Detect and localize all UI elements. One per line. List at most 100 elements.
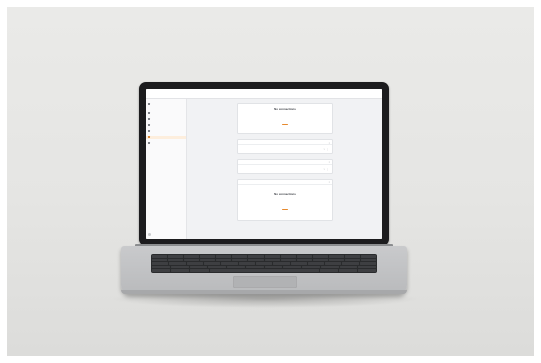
key-row xyxy=(152,262,377,265)
app-window: No connections × ✎ ⋮ × ✎ ⋮ × No connecti… xyxy=(146,89,382,239)
key xyxy=(255,262,273,265)
key xyxy=(238,262,255,265)
users-icon xyxy=(148,130,151,133)
link-icon xyxy=(148,136,151,139)
key xyxy=(357,269,377,272)
laptop-base-lip xyxy=(121,290,407,294)
key xyxy=(208,265,226,269)
card-actions: ✎ ⋮ xyxy=(323,148,329,151)
key xyxy=(216,258,232,262)
card-divider xyxy=(238,183,332,185)
key xyxy=(338,269,357,272)
key xyxy=(328,255,344,258)
key xyxy=(325,262,342,265)
key xyxy=(152,269,171,272)
more-icon[interactable]: ⋮ xyxy=(327,168,329,171)
sidebar-item-4[interactable] xyxy=(146,124,186,127)
key xyxy=(170,265,189,269)
more-icon[interactable]: ⋮ xyxy=(327,148,329,151)
key xyxy=(359,262,377,265)
key xyxy=(200,258,216,262)
key xyxy=(344,255,361,258)
laptop-screen: No connections × ✎ ⋮ × ✎ ⋮ × No connecti… xyxy=(146,89,382,239)
key xyxy=(216,255,232,258)
connection-card-2: × ✎ ⋮ xyxy=(237,158,333,174)
sidebar-item-home[interactable] xyxy=(146,102,186,105)
key xyxy=(152,255,168,258)
key xyxy=(171,269,190,272)
key xyxy=(152,258,168,262)
key xyxy=(312,255,328,258)
key xyxy=(200,255,216,258)
avatar xyxy=(148,233,151,236)
add-connection-button[interactable] xyxy=(282,209,288,211)
field-values: ✎ ⋮ xyxy=(241,168,329,171)
edit-icon[interactable]: ✎ xyxy=(323,148,325,151)
key xyxy=(232,258,248,262)
key xyxy=(344,258,361,262)
key xyxy=(280,255,296,258)
key xyxy=(307,262,325,265)
card-divider xyxy=(238,163,332,165)
sidebar-item-3[interactable] xyxy=(146,118,186,121)
card-divider xyxy=(238,144,332,145)
key xyxy=(339,265,358,269)
key xyxy=(169,262,186,265)
key xyxy=(168,255,184,258)
layers-icon xyxy=(148,124,151,127)
key xyxy=(186,262,203,265)
card-actions: ✎ ⋮ xyxy=(323,168,329,171)
close-icon[interactable]: × xyxy=(329,161,330,164)
key xyxy=(290,262,307,265)
key xyxy=(342,262,359,265)
key xyxy=(312,258,328,262)
top-bar xyxy=(146,89,382,99)
key xyxy=(168,258,184,262)
laptop-lid: No connections × ✎ ⋮ × ✎ ⋮ × No connecti… xyxy=(139,82,389,246)
close-icon[interactable]: × xyxy=(329,181,330,184)
key xyxy=(245,265,264,269)
key xyxy=(320,265,339,269)
key-row xyxy=(152,269,377,272)
connection-card-1: × ✎ ⋮ xyxy=(237,139,333,154)
chart-icon xyxy=(148,118,151,121)
cards-column: No connections × ✎ ⋮ × ✎ ⋮ × No connecti… xyxy=(237,103,333,222)
key xyxy=(264,265,283,269)
key xyxy=(273,262,290,265)
key xyxy=(296,258,312,262)
key xyxy=(190,269,209,272)
sidebar-item-5[interactable] xyxy=(146,130,186,133)
app-body: No connections × ✎ ⋮ × ✎ ⋮ × No connecti… xyxy=(146,99,382,239)
key xyxy=(358,265,376,269)
key xyxy=(248,255,264,258)
keyboard xyxy=(151,254,377,273)
edit-icon[interactable]: ✎ xyxy=(323,168,325,171)
add-connection-button[interactable] xyxy=(282,124,288,126)
key xyxy=(184,255,200,258)
sidebar-footer[interactable] xyxy=(148,233,153,236)
key xyxy=(248,258,264,262)
key xyxy=(221,262,238,265)
key xyxy=(184,258,200,262)
key-row xyxy=(152,258,377,262)
key xyxy=(152,265,170,269)
empty-state: No connections xyxy=(241,186,329,218)
key xyxy=(328,258,344,262)
key xyxy=(361,255,377,258)
empty-state-card-top: No connections xyxy=(237,103,333,135)
key-row xyxy=(152,265,376,269)
sidebar-item-settings[interactable] xyxy=(146,142,186,145)
key-row xyxy=(152,255,377,258)
key xyxy=(296,255,312,258)
main-content: No connections × ✎ ⋮ × ✎ ⋮ × No connecti… xyxy=(187,99,382,239)
close-icon[interactable]: × xyxy=(329,142,330,145)
laptop-base xyxy=(121,246,407,294)
key xyxy=(227,265,245,269)
key xyxy=(189,265,208,269)
sidebar-item-connections[interactable] xyxy=(146,135,186,139)
key xyxy=(152,262,169,265)
key xyxy=(361,258,377,262)
key xyxy=(264,255,280,258)
sidebar-item-2[interactable] xyxy=(146,112,186,115)
key xyxy=(319,269,338,272)
